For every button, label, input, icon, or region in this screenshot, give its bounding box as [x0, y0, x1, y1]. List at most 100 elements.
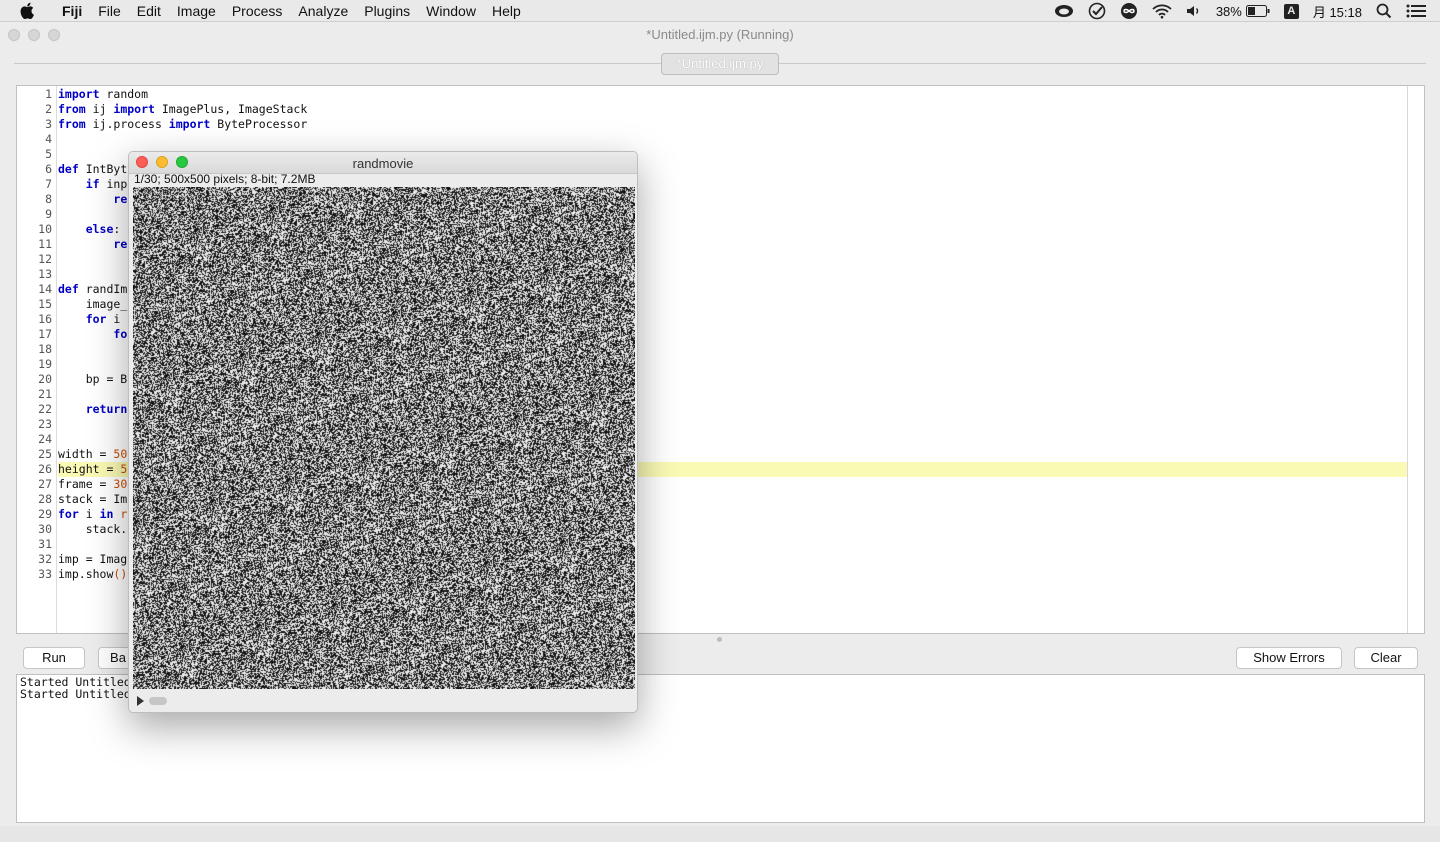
code-line: bp = B: [58, 372, 128, 386]
code-line: width = 50: [58, 447, 128, 461]
menu-analyze[interactable]: Analyze: [290, 0, 356, 22]
main-close-button[interactable]: [8, 29, 20, 41]
line-number: 4: [45, 132, 52, 146]
line-number: 14: [38, 282, 52, 296]
main-window-titlebar: *Untitled.ijm.py (Running): [0, 23, 1440, 45]
line-number: 22: [38, 402, 52, 416]
menu-window[interactable]: Window: [418, 0, 484, 22]
line-number: 7: [45, 177, 52, 191]
splitter-handle-icon: [717, 637, 722, 642]
input-source-icon[interactable]: A: [1283, 0, 1299, 22]
line-number: 29: [38, 507, 52, 521]
line-number: 3: [45, 117, 52, 131]
frame-slider[interactable]: [133, 693, 635, 709]
code-line: image_: [58, 297, 128, 311]
line-number: 16: [38, 312, 52, 326]
battery-icon[interactable]: [1245, 0, 1270, 22]
menu-edit[interactable]: Edit: [129, 0, 169, 22]
line-number: 32: [38, 552, 52, 566]
volume-icon[interactable]: [1186, 0, 1202, 22]
menu-app-fiji[interactable]: Fiji: [54, 0, 90, 22]
play-icon[interactable]: [137, 696, 144, 706]
infinity-icon[interactable]: [1120, 0, 1138, 22]
main-window-title: *Untitled.ijm.py (Running): [646, 27, 794, 42]
image-window-title: randmovie: [352, 156, 414, 171]
window-bottom-edge: [0, 826, 1440, 842]
line-number: 19: [38, 357, 52, 371]
code-line: def IntByt: [58, 162, 128, 176]
code-line: stack.: [58, 522, 128, 536]
line-number: 1: [45, 87, 52, 101]
line-number: 17: [38, 327, 52, 341]
line-number: 13: [38, 267, 52, 281]
clear-button[interactable]: Clear: [1354, 647, 1418, 669]
code-line: else:: [85, 222, 121, 236]
line-number: 23: [38, 417, 52, 431]
main-zoom-button[interactable]: [48, 29, 60, 41]
code-line: return: [85, 402, 128, 416]
menu-process[interactable]: Process: [224, 0, 291, 22]
line-number: 18: [38, 342, 52, 356]
main-minimize-button[interactable]: [28, 29, 40, 41]
code-line: imp = Imag: [58, 552, 128, 566]
line-number: 5: [45, 147, 52, 161]
code-line: from ij.process import ByteProcessor: [58, 117, 308, 131]
image-canvas[interactable]: [133, 187, 635, 689]
tab-untitled[interactable]: *Untitled.ijm.py: [661, 53, 779, 75]
menu-help[interactable]: Help: [484, 0, 529, 22]
line-number: 10: [38, 222, 52, 236]
code-line: def randIm: [58, 282, 128, 296]
editor-scrollbar-edge: [1407, 86, 1408, 633]
line-number: 20: [38, 372, 52, 386]
line-number: 27: [38, 477, 52, 491]
line-number: 28: [38, 492, 52, 506]
code-line: if inp: [85, 177, 128, 191]
line-number: 25: [38, 447, 52, 461]
creative-cloud-icon[interactable]: [1054, 0, 1074, 22]
menu-file[interactable]: File: [90, 0, 129, 22]
line-number: 11: [38, 237, 52, 251]
image-window-titlebar[interactable]: randmovie: [129, 152, 637, 174]
code-line: for i: [85, 312, 121, 326]
show-errors-button[interactable]: Show Errors: [1236, 647, 1342, 669]
line-number: 26: [38, 462, 52, 476]
line-number: 24: [38, 432, 52, 446]
line-number: 21: [38, 387, 52, 401]
battery-percent: 38%: [1215, 3, 1242, 19]
line-number: 33: [38, 567, 52, 581]
line-number: 8: [45, 192, 52, 206]
code-line: from ij import ImagePlus, ImageStack: [58, 102, 308, 116]
clock[interactable]: 月 15:18: [1313, 2, 1362, 21]
image-info-label: 1/30; 500x500 pixels; 8-bit; 7.2MB: [134, 172, 316, 186]
notification-center-icon[interactable]: [1406, 0, 1426, 22]
wifi-icon[interactable]: [1152, 0, 1172, 22]
code-line: for i in r: [58, 507, 128, 521]
code-line: stack = Im: [58, 492, 128, 506]
code-line: fo: [113, 327, 128, 341]
code-line: frame = 30: [58, 477, 128, 491]
line-number: 2: [45, 102, 52, 116]
apple-icon[interactable]: [20, 2, 40, 19]
menu-plugins[interactable]: Plugins: [356, 0, 418, 22]
frame-slider-thumb[interactable]: [149, 697, 167, 705]
checkmark-circle-icon[interactable]: [1088, 0, 1106, 22]
line-number-gutter: 1 2 3 4 5 6 7 8 9 10 11 12 13 14 15 16 17 18 19 20 21 22 23 24 2…: [17, 86, 57, 633]
code-line: re: [113, 192, 128, 206]
line-number: 31: [38, 537, 52, 551]
menu-bar: Fiji File Edit Image Process Analyze Plu…: [0, 0, 1440, 22]
status-area: 38% A 月 15:18: [1040, 0, 1440, 22]
run-button[interactable]: Run: [23, 647, 85, 669]
image-window[interactable]: randmovie 1/30; 500x500 pixels; 8-bit; 7…: [128, 151, 638, 713]
spotlight-search-icon[interactable]: [1376, 0, 1392, 22]
line-number: 6: [45, 162, 52, 176]
menu-image[interactable]: Image: [169, 0, 224, 22]
line-number: 9: [45, 207, 52, 221]
code-line: import random: [58, 87, 149, 101]
line-number: 12: [38, 252, 52, 266]
console-line: Started Untitled: [20, 687, 131, 701]
code-line: imp.show(): [58, 567, 128, 581]
code-line: height = 5: [58, 462, 128, 476]
line-number: 30: [38, 522, 52, 536]
code-line: re: [113, 237, 128, 251]
line-number: 15: [38, 297, 52, 311]
